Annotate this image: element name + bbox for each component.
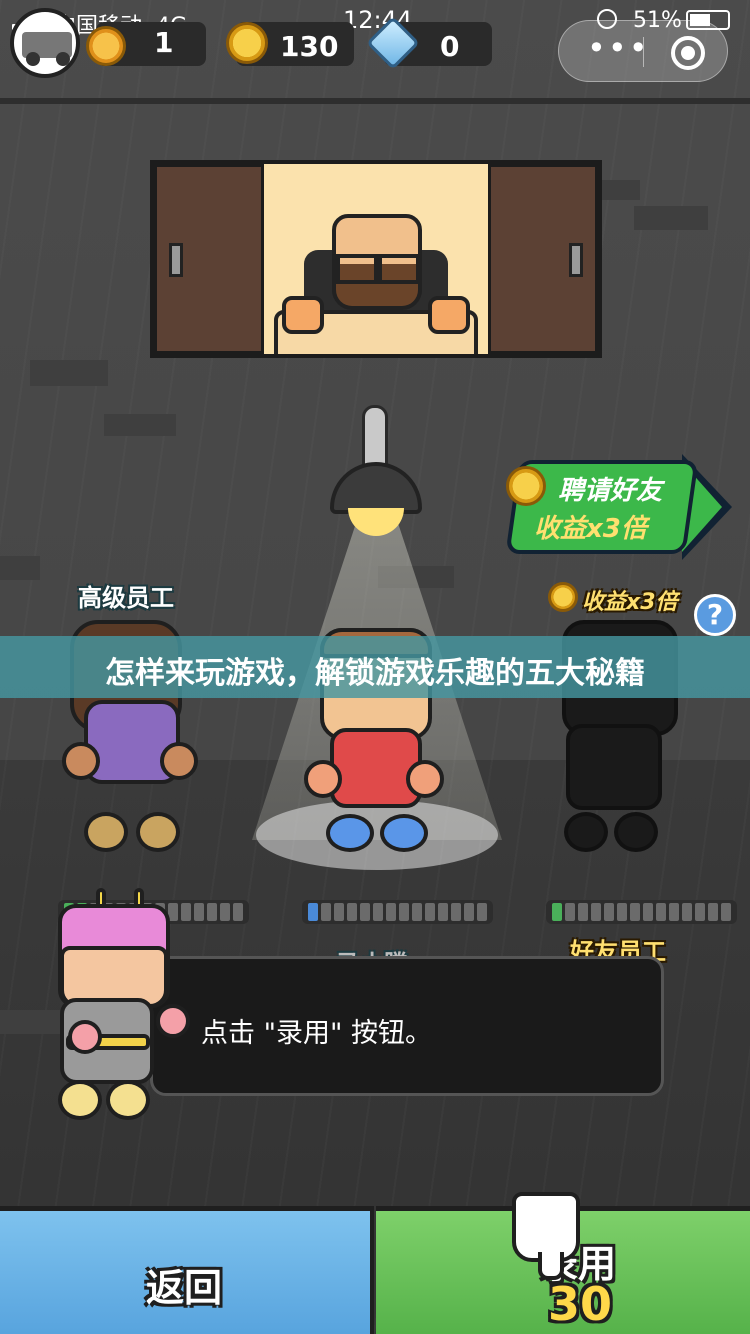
question-icon[interactable]: ? <box>694 594 736 636</box>
game-scene: 中国移动 4G 12:44 51% 1 130 0 ••• <box>0 0 750 1334</box>
friend-bonus-label: 收益x3倍 <box>582 590 678 615</box>
boss-office <box>264 164 488 354</box>
coin-icon <box>548 582 578 612</box>
level-segment <box>477 903 487 921</box>
target-icon[interactable] <box>671 36 705 70</box>
wall-brick <box>104 414 176 436</box>
more-dots-icon[interactable]: ••• <box>587 29 650 67</box>
banner-title: 怎样来玩游戏，解锁游戏乐趣的五大秘籍 <box>105 656 645 691</box>
level-segment <box>207 903 217 921</box>
level-segment <box>220 903 230 921</box>
level-segment <box>464 903 474 921</box>
level-segment <box>412 903 422 921</box>
player-avatar[interactable] <box>10 8 80 78</box>
level-segment <box>308 903 318 921</box>
invite-friend-button[interactable]: 聘请好友 收益x3倍 <box>505 454 732 560</box>
invite-line-2: 收益x3倍 <box>534 514 647 544</box>
level-segment <box>656 903 666 921</box>
level-segment <box>347 903 357 921</box>
ceiling-edge <box>0 98 750 104</box>
wall-brick <box>30 360 108 386</box>
invite-line-1: 聘请好友 <box>558 476 663 506</box>
shutter-left <box>154 164 264 354</box>
level-segment <box>552 903 562 921</box>
wall-brick <box>600 180 640 200</box>
level-segment <box>617 903 627 921</box>
pointing-hand-icon <box>512 1192 580 1280</box>
level-segment <box>643 903 653 921</box>
level-segment <box>721 903 731 921</box>
level-segment <box>451 903 461 921</box>
spotlight-floor <box>256 800 498 870</box>
wall-brick <box>634 206 708 230</box>
wall-brick <box>0 1010 60 1034</box>
gem-value: 0 <box>440 30 460 63</box>
level-segment <box>682 903 692 921</box>
level-segment <box>565 903 575 921</box>
level-segment <box>591 903 601 921</box>
level-segment <box>360 903 370 921</box>
boss-office-window <box>150 160 602 358</box>
coin-icon <box>506 466 546 506</box>
level-segment <box>321 903 331 921</box>
cash-icon <box>86 26 126 66</box>
level-segment <box>630 903 640 921</box>
employee-label-senior: 高级员工 <box>78 584 174 612</box>
level-segment <box>425 903 435 921</box>
hire-cost: 30 <box>548 1277 613 1331</box>
shutter-right <box>488 164 598 354</box>
article-title-banner: 怎样来玩游戏，解锁游戏乐趣的五大秘籍 <box>0 636 750 698</box>
level-bar-friend <box>546 900 737 924</box>
level-segment <box>386 903 396 921</box>
level-segment <box>669 903 679 921</box>
coin-icon <box>226 22 268 64</box>
level-segment <box>373 903 383 921</box>
level-segment <box>695 903 705 921</box>
level-segment <box>604 903 614 921</box>
level-segment <box>181 903 191 921</box>
level-segment <box>708 903 718 921</box>
level-bar-candidate <box>302 900 493 924</box>
back-button-label: 返回 <box>146 1266 223 1310</box>
level-segment <box>438 903 448 921</box>
level-segment <box>233 903 243 921</box>
level-segment <box>399 903 409 921</box>
mini-program-capsule: ••• <box>558 20 728 82</box>
wall-brick <box>0 556 40 580</box>
level-segment <box>334 903 344 921</box>
tutorial-dialog: 点击 "录用" 按钮。 <box>150 956 664 1096</box>
level-segment <box>578 903 588 921</box>
coin-value: 130 <box>280 30 339 63</box>
back-button[interactable]: 返回 <box>0 1206 374 1334</box>
dialog-text: 点击 "录用" 按钮。 <box>201 1018 433 1049</box>
level-segment <box>194 903 204 921</box>
cash-value: 1 <box>154 26 174 59</box>
